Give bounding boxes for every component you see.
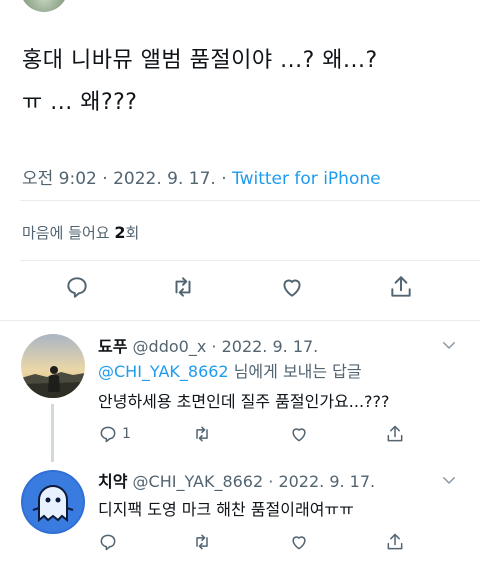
- tweet-text-line: 홍대 니바뮤 앨범 품절이야 ...? 왜...?: [22, 48, 378, 73]
- share-button[interactable]: [386, 272, 416, 302]
- reply-author-handle[interactable]: @ddo0_x: [133, 337, 207, 356]
- share-icon: [387, 533, 403, 550]
- heart-icon: [292, 536, 306, 550]
- share-button[interactable]: [385, 530, 405, 554]
- reply-count: 1: [122, 426, 131, 442]
- likes-count: 2: [114, 223, 126, 242]
- reply-button[interactable]: [62, 272, 92, 302]
- replying-to-suffix: 님에게 보내는 답글: [228, 362, 362, 381]
- tweet-source-link[interactable]: Twitter for iPhone: [232, 169, 381, 189]
- retweet-button[interactable]: [192, 530, 212, 554]
- retweet-icon: [196, 426, 208, 442]
- reply-author-name[interactable]: 됴푸: [98, 337, 127, 356]
- retweet-icon: [175, 277, 191, 297]
- chevron-down-icon[interactable]: [440, 471, 458, 489]
- like-button[interactable]: [277, 272, 307, 302]
- retweet-button[interactable]: [168, 272, 198, 302]
- tweet-text: 홍대 니바뮤 앨범 품절이야 ...? 왜...? ㅠ ... 왜???: [22, 40, 462, 124]
- reply-avatar[interactable]: [21, 470, 85, 534]
- reply-text: 안녕하세용 초면인데 질주 품절인가요...???: [98, 392, 390, 411]
- reply-date[interactable]: 2022. 9. 17.: [278, 472, 375, 491]
- reply-avatar[interactable]: [21, 334, 85, 398]
- reply-action-bar: [98, 530, 458, 556]
- reply-author-handle[interactable]: @CHI_YAK_8662: [133, 472, 264, 491]
- reply-icon: [67, 277, 87, 298]
- reply-header: 치약 @CHI_YAK_8662 · 2022. 9. 17.: [98, 468, 375, 492]
- share-icon: [387, 425, 403, 442]
- reply-header: 됴푸 @ddo0_x · 2022. 9. 17.: [98, 333, 318, 357]
- tweet-time[interactable]: 오전 9:02: [22, 169, 97, 189]
- share-button[interactable]: [385, 422, 405, 446]
- meta-separator: ·: [221, 169, 227, 189]
- thread-connector: [51, 404, 54, 462]
- likes-unit: 회: [125, 224, 140, 242]
- avatar-ghost: [21, 470, 85, 534]
- meta-separator: ·: [102, 169, 108, 189]
- reply-icon: [100, 534, 116, 551]
- reply-action-bar: 1: [98, 422, 458, 448]
- retweet-icon: [196, 534, 208, 550]
- likes-label: 마음에 들어요: [22, 224, 110, 242]
- replying-to-mention[interactable]: @CHI_YAK_8662: [98, 362, 229, 381]
- meta-separator: ·: [211, 337, 217, 356]
- like-button[interactable]: [289, 422, 309, 446]
- divider: [20, 200, 480, 201]
- reply-button[interactable]: 1: [98, 422, 131, 446]
- reply-date[interactable]: 2022. 9. 17.: [222, 337, 319, 356]
- reply-icon: [100, 426, 116, 443]
- divider: [0, 320, 480, 321]
- heart-icon: [283, 279, 301, 297]
- likes-summary[interactable]: 마음에 들어요 2회: [22, 222, 139, 243]
- retweet-button[interactable]: [192, 422, 212, 446]
- tweet-text-line: ㅠ ... 왜???: [22, 90, 138, 115]
- reply-author-name[interactable]: 치약: [98, 472, 127, 491]
- chevron-down-icon[interactable]: [440, 336, 458, 354]
- share-icon: [391, 276, 411, 297]
- meta-separator: ·: [268, 472, 274, 491]
- author-avatar[interactable]: [20, 0, 68, 12]
- replying-to: @CHI_YAK_8662 님에게 보내는 답글: [98, 358, 362, 382]
- like-button[interactable]: [289, 530, 309, 554]
- tweet-action-bar: [0, 272, 480, 312]
- tweet-meta: 오전 9:02 · 2022. 9. 17. · Twitter for iPh…: [22, 164, 381, 189]
- avatar-photo: [21, 334, 85, 398]
- reply-button[interactable]: [98, 530, 122, 554]
- reply-text: 디지팩 도영 마크 해찬 품절이래여ㅠㅠ: [98, 500, 354, 519]
- tweet-date[interactable]: 2022. 9. 17.: [113, 169, 216, 189]
- heart-icon: [292, 428, 306, 442]
- divider: [20, 260, 480, 261]
